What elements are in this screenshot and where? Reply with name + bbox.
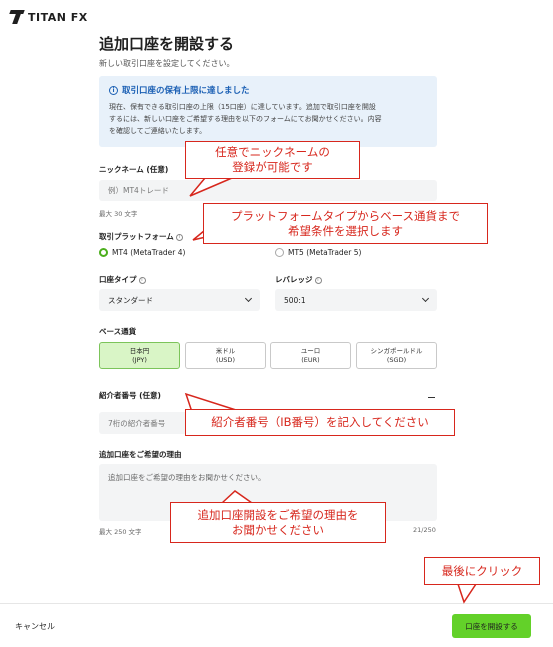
leverage-info-icon[interactable]: i bbox=[314, 276, 322, 284]
annotation-nickname: 任意でニックネームの 登録が可能です bbox=[185, 141, 360, 179]
referrer-label: 紹介者番号 (任意) bbox=[99, 391, 161, 400]
open-account-button[interactable]: 口座を開設する bbox=[452, 614, 531, 638]
currency-name: シンガポールドル bbox=[370, 346, 423, 355]
platform-option-mt5[interactable]: MT5 (MetaTrader 5) bbox=[275, 248, 361, 257]
platform-info-icon[interactable]: i bbox=[175, 233, 183, 241]
reason-counter: 21/250 bbox=[413, 526, 436, 534]
notice-heading-row: i 取引口座の保有上限に達しました bbox=[109, 84, 427, 96]
currency-name: 日本円 bbox=[129, 346, 150, 355]
annotation-text: 紹介者番号（IB番号）を記入してください bbox=[211, 415, 429, 429]
platform-label: 取引プラットフォーム i bbox=[99, 231, 183, 242]
arrow-submit bbox=[456, 583, 478, 604]
platform-option-label: MT5 (MetaTrader 5) bbox=[288, 248, 362, 257]
collapse-minus-icon[interactable] bbox=[428, 397, 435, 398]
leverage-label: レバレッジ i bbox=[275, 274, 322, 285]
annotation-platform: プラットフォームタイプからベース通貨まで 希望条件を選択します bbox=[203, 203, 488, 244]
account-type-label-text: 口座タイプ bbox=[99, 275, 137, 284]
annotation-text: 登録が可能です bbox=[232, 160, 313, 174]
currency-code: (SGD) bbox=[386, 355, 407, 364]
currency-option-eur[interactable]: ユーロ (EUR) bbox=[270, 342, 351, 369]
annotation-text: 任意でニックネームの bbox=[215, 145, 330, 159]
leverage-select[interactable]: 500:1 bbox=[275, 289, 437, 311]
reason-hint: 最大 250 文字 bbox=[99, 528, 142, 536]
chevron-down-icon bbox=[421, 294, 430, 303]
nickname-hint: 最大 30 文字 bbox=[99, 210, 138, 218]
radio-unselected-icon bbox=[275, 248, 284, 257]
chevron-down-icon bbox=[244, 294, 253, 303]
page-title: 追加口座を開設する bbox=[99, 35, 235, 53]
notice-line-2: するには、新しい口座をご希望する理由を以下のフォームにてお聞かせください。内容 bbox=[109, 115, 382, 123]
account-type-info-icon[interactable]: i bbox=[138, 276, 146, 284]
currency-option-sgd[interactable]: シンガポールドル (SGD) bbox=[356, 342, 437, 369]
annotation-text: 追加口座開設をご希望の理由を bbox=[197, 507, 359, 522]
annotation-text: プラットフォームタイプからベース通貨まで bbox=[230, 208, 461, 223]
account-limit-notice: i 取引口座の保有上限に達しました 現在、保有できる取引口座の上限（15口座）に… bbox=[99, 76, 437, 147]
platform-label-text: 取引プラットフォーム bbox=[99, 232, 174, 241]
reason-label: 追加口座をご希望の理由 bbox=[99, 450, 182, 459]
notice-body: 現在、保有できる取引口座の上限（15口座）に達しています。追加で取引口座を開設 … bbox=[109, 101, 427, 137]
currency-code: (USD) bbox=[216, 355, 235, 364]
account-type-select[interactable]: スタンダード bbox=[99, 289, 260, 311]
base-currency-label: ベース通貨 bbox=[99, 327, 137, 336]
account-type-value: スタンダード bbox=[108, 295, 153, 305]
logo-mark-icon bbox=[10, 10, 24, 24]
titanfx-logo: TITAN FX bbox=[10, 10, 88, 24]
annotation-referrer: 紹介者番号（IB番号）を記入してください bbox=[185, 409, 455, 436]
currency-option-usd[interactable]: 米ドル (USD) bbox=[185, 342, 266, 369]
notice-heading: 取引口座の保有上限に達しました bbox=[122, 86, 250, 96]
info-icon: i bbox=[109, 85, 118, 95]
platform-option-mt4[interactable]: MT4 (MetaTrader 4) bbox=[99, 248, 185, 257]
platform-option-label: MT4 (MetaTrader 4) bbox=[112, 248, 186, 257]
leverage-value: 500:1 bbox=[284, 295, 306, 305]
annotation-reason: 追加口座開設をご希望の理由を お聞かせください bbox=[170, 502, 386, 543]
annotation-text: 最後にクリック bbox=[441, 563, 523, 578]
page-subtitle: 新しい取引口座を設定してください。 bbox=[99, 59, 235, 68]
currency-name: 米ドル bbox=[215, 346, 236, 355]
currency-name: ユーロ bbox=[300, 346, 321, 355]
nickname-label: ニックネーム (任意) bbox=[99, 165, 169, 174]
currency-option-jpy[interactable]: 日本円 (JPY) bbox=[99, 342, 180, 369]
annotation-submit: 最後にクリック bbox=[424, 557, 540, 585]
cancel-button[interactable]: キャンセル bbox=[15, 621, 55, 632]
annotation-text: お聞かせください bbox=[232, 522, 324, 537]
notice-line-3: を確認してご連絡いたします。 bbox=[109, 127, 207, 135]
nickname-input[interactable]: 例）MT4トレード bbox=[99, 180, 437, 201]
annotation-text: 希望条件を選択します bbox=[288, 223, 403, 238]
currency-code: (JPY) bbox=[132, 355, 147, 364]
leverage-label-text: レバレッジ bbox=[275, 275, 313, 284]
notice-line-1: 現在、保有できる取引口座の上限（15口座）に達しています。追加で取引口座を開設 bbox=[109, 103, 376, 111]
radio-selected-icon bbox=[99, 248, 108, 257]
logo-text: TITAN FX bbox=[28, 10, 88, 24]
currency-code: (EUR) bbox=[301, 355, 320, 364]
account-type-label: 口座タイプ i bbox=[99, 274, 146, 285]
